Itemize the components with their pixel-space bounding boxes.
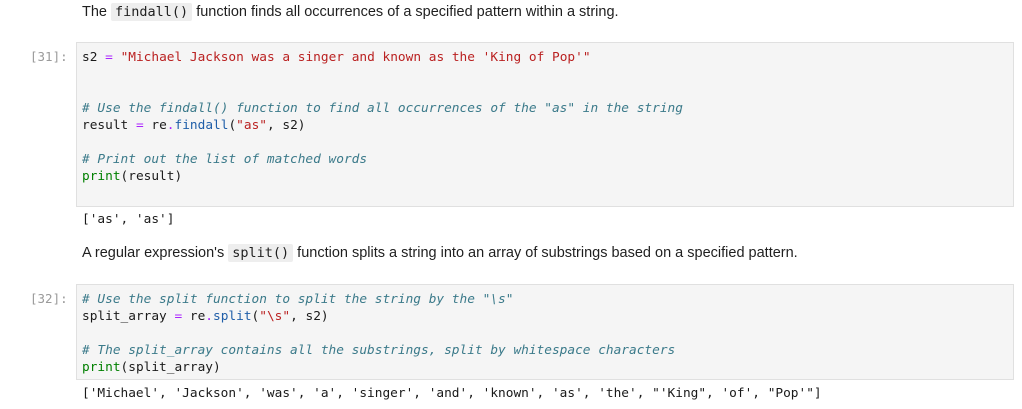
cell-output: ['Michael', 'Jackson', 'was', 'a', 'sing… [82, 386, 822, 401]
markdown-text: function finds all occurrences of a spec… [192, 4, 619, 20]
markdown-text: The [82, 4, 112, 20]
code-line: split_array = re.split("\s", s2) [82, 308, 675, 325]
code-token: "\s" [259, 309, 291, 324]
code-line: # Print out the list of matched words [82, 151, 683, 168]
inline-code: split() [228, 244, 294, 262]
code-line: print(result) [82, 168, 683, 185]
markdown-findall-intro: The findall() function finds all occurre… [82, 3, 619, 21]
code-token: s2 [82, 50, 106, 65]
code-token: "as" [236, 118, 267, 133]
code-line: # The split_array contains all the subst… [82, 342, 675, 359]
code-token: , s2) [266, 118, 306, 133]
code-token: , s2) [290, 309, 329, 324]
code-token: print [82, 169, 121, 184]
code-cell-32[interactable]: # Use the split function to split the st… [76, 284, 1014, 380]
markdown-text: function splits a string into an array o… [293, 245, 798, 261]
inline-code: findall() [111, 3, 193, 21]
code-cell-31[interactable]: s2 = "Michael Jackson was a singer and k… [76, 42, 1014, 207]
code-token: ( [228, 118, 237, 133]
markdown-text: A regular expression's [82, 245, 229, 261]
code-token: "Michael Jackson was a singer and known … [120, 50, 591, 65]
code-line: result = re.findall("as", s2) [82, 117, 683, 134]
code-token: # The split_array contains all the subst… [82, 343, 676, 358]
markdown-split-intro: A regular expression's split() function … [82, 244, 798, 262]
code-token: # Print out the list of matched words [82, 152, 368, 167]
code-line: # Use the findall() function to find all… [82, 100, 683, 117]
code-token: result [82, 118, 136, 133]
code-token: . [205, 309, 214, 324]
code-token: print [82, 360, 121, 375]
code-token: re [143, 118, 167, 133]
cell-output: ['as', 'as'] [82, 212, 175, 227]
code-token: findall [174, 118, 229, 133]
cell-prompt: [31]: [30, 49, 68, 64]
code-token: = [174, 309, 183, 324]
code-editor[interactable]: # Use the split function to split the st… [82, 291, 675, 376]
code-token: = [135, 118, 144, 133]
code-token: (split_array) [120, 360, 221, 375]
code-token: (result) [120, 169, 183, 184]
code-editor[interactable]: s2 = "Michael Jackson was a singer and k… [82, 49, 683, 185]
code-token: # Use the split function to split the st… [82, 292, 514, 307]
code-line: s2 = "Michael Jackson was a singer and k… [82, 49, 683, 66]
code-line: print(split_array) [82, 359, 675, 376]
code-token: # Use the findall() function to find all… [82, 101, 683, 116]
code-token: re [182, 309, 206, 324]
code-token: = [105, 50, 113, 65]
code-token: split_array [82, 309, 175, 324]
cell-prompt: [32]: [30, 291, 68, 306]
code-token: split [213, 309, 252, 324]
code-line: # Use the split function to split the st… [82, 291, 675, 308]
code-token: . [166, 118, 175, 133]
